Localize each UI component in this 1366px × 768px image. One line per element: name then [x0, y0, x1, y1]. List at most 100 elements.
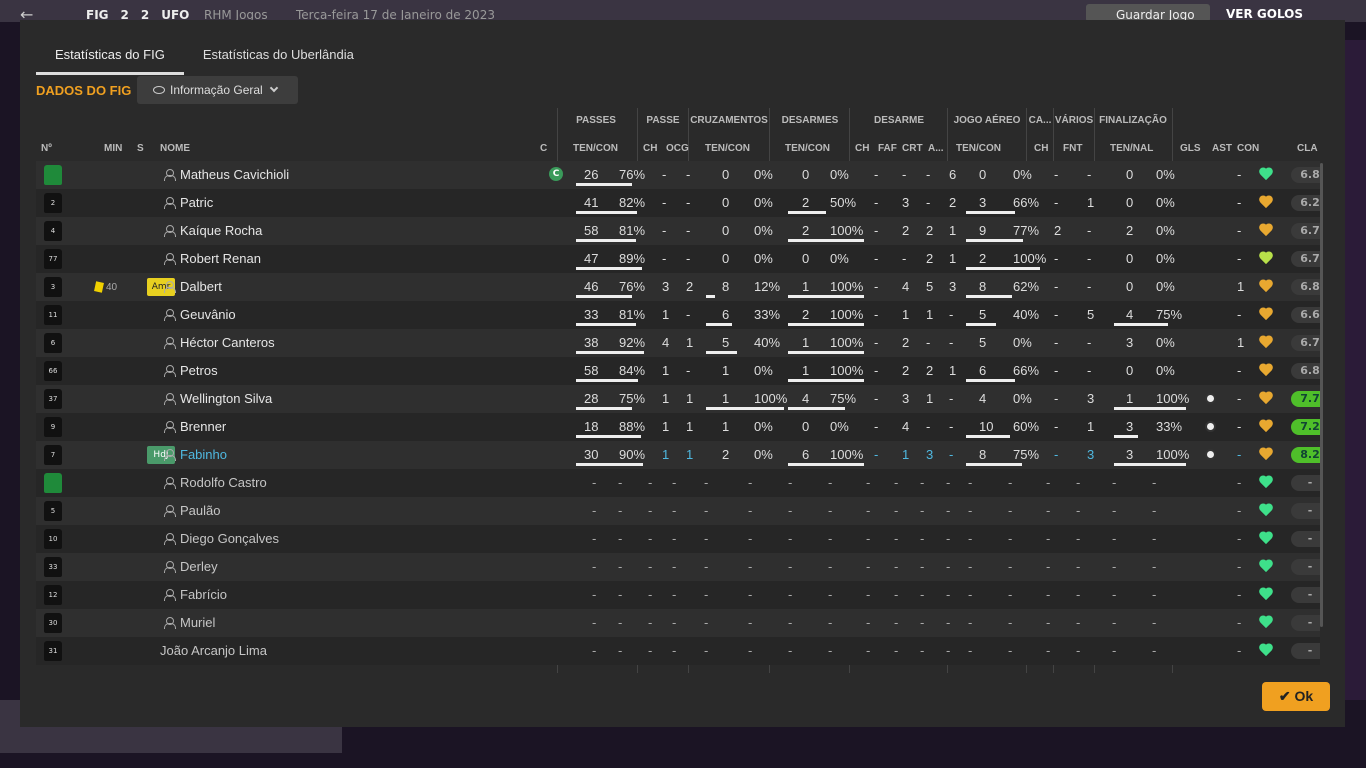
table-row[interactable]: 4 Kaíque Rocha 58 81% - -0 0% 2 100% -2 2 1 9 77% 2-2 0… — [36, 217, 1320, 245]
player-name[interactable]: Dalbert — [180, 279, 222, 294]
column-header[interactable]: FAF — [878, 143, 897, 154]
column-header[interactable]: CLA — [1297, 143, 1318, 154]
table-row[interactable]: 10 Diego Gonçalves - - - - - - - - - - - - - - - - - - - - — [36, 525, 1320, 553]
empty-cell: - — [1076, 503, 1081, 518]
empty-cell: - — [648, 531, 653, 546]
column-header[interactable]: TEN/CON — [785, 143, 830, 154]
player-name[interactable]: Fabrício — [180, 587, 227, 602]
stat-cell: 3 — [1087, 447, 1095, 462]
success-rate-bar — [576, 183, 633, 186]
table-row[interactable]: 3 40 Amr Dalbert 46 76% 3 2 8 12% 1 100% -4 5 3 8 62% - -0… — [36, 273, 1320, 301]
player-name[interactable]: Petros — [180, 363, 218, 378]
empty-cell: - — [672, 559, 677, 574]
stat-cell: 5 — [979, 335, 987, 350]
stat-cell: 3 — [1126, 335, 1134, 350]
table-row[interactable]: Matheus Cavichioli C 26 76% - - 0 0% 0 0% - - - 6 0 0% -… — [36, 161, 1320, 189]
column-header[interactable]: OCG — [666, 143, 689, 154]
table-row[interactable]: 33 Derley - - - - - - - - - - - - - - - - - - - - — [36, 553, 1320, 581]
column-header[interactable]: MIN — [104, 143, 122, 154]
column-header[interactable]: AST — [1212, 143, 1232, 154]
player-name[interactable]: Robert Renan — [180, 251, 261, 266]
shirt-number-icon: 37 — [44, 389, 62, 409]
shirt-number-icon: 12 — [44, 585, 62, 605]
stat-cell: 1 — [1237, 279, 1245, 294]
empty-cell: - — [788, 475, 793, 490]
person-icon — [164, 253, 176, 265]
column-header[interactable]: TEN/CON — [956, 143, 1001, 154]
player-name[interactable]: Muriel — [180, 615, 215, 630]
stat-cell: 5 — [979, 307, 987, 322]
table-row[interactable]: 66 Petros 58 84% 1-1 0% 1 100% -2 2 1 6 66% - -0 0% -6.8 — [36, 357, 1320, 385]
stat-cell: 0 — [802, 251, 810, 266]
empty-cell: - — [1112, 475, 1117, 490]
empty-cell: - — [618, 559, 623, 574]
player-name[interactable]: Paulão — [180, 503, 220, 518]
column-header[interactable]: Nº — [41, 143, 52, 154]
column-header[interactable]: NOME — [160, 143, 190, 154]
view-select-dropdown[interactable]: Informação Geral — [137, 76, 298, 104]
player-rating: 6.2 — [1291, 195, 1320, 211]
column-header[interactable]: TEN/NAL — [1110, 143, 1153, 154]
column-header[interactable]: S — [137, 143, 144, 154]
table-row[interactable]: 11 Geuvânio 33 81% 1-6 33% 2 100% -1 1-5 40% -5 4 75%… — [36, 301, 1320, 329]
stat-cell: 3 — [1087, 391, 1095, 406]
table-row[interactable]: 2 Patric 41 82% - -0 0% 2 50% -3-2 3 66% -1 0 0% -6.2 — [36, 189, 1320, 217]
player-name[interactable]: Geuvânio — [180, 307, 236, 322]
player-name[interactable]: Diego Gonçalves — [180, 531, 279, 546]
chevron-down-icon — [269, 83, 278, 93]
column-header[interactable]: GLS — [1180, 143, 1201, 154]
table-row[interactable]: Rodolfo Castro - - - - - - - - - - - - - - - - - - - - — [36, 469, 1320, 497]
player-name[interactable]: Brenner — [180, 419, 226, 434]
stat-cell: 0% — [1156, 335, 1175, 350]
table-row[interactable]: 7 HdJ Fabinho 30 90% 1 1 2 0% 6 100% -1 3-8 75% -3 3 100… — [36, 441, 1320, 469]
table-row[interactable]: 77 Robert Renan 47 89% - -0 0% 0 0% - -2 1 2 100% - -0 0… — [36, 245, 1320, 273]
column-header[interactable]: C — [540, 143, 547, 154]
ok-button[interactable]: ✔ Ok — [1262, 682, 1330, 711]
empty-cell: - — [968, 559, 973, 574]
column-header[interactable]: CON — [1237, 143, 1259, 154]
condition-heart-icon — [1259, 336, 1273, 350]
player-name[interactable]: Rodolfo Castro — [180, 475, 267, 490]
success-rate-bar — [576, 435, 642, 438]
column-header[interactable]: CRT — [902, 143, 923, 154]
column-header[interactable]: TEN/CON — [705, 143, 750, 154]
player-name[interactable]: Héctor Canteros — [180, 335, 275, 350]
player-name[interactable]: João Arcanjo Lima — [160, 643, 267, 658]
condition-heart-icon — [1259, 168, 1273, 182]
player-name[interactable]: Wellington Silva — [180, 391, 272, 406]
player-name[interactable]: Matheus Cavichioli — [180, 167, 289, 182]
stat-cell: - — [686, 363, 691, 378]
table-row[interactable]: 37 Wellington Silva 28 75% 1 1 1 100% 4 75% -3 1-4 0… — [36, 385, 1320, 413]
column-header[interactable]: CH — [643, 143, 657, 154]
table-row[interactable]: 30 Muriel - - - - - - - - - - - - - - - - - - - - — [36, 609, 1320, 637]
table-row[interactable]: 12 Fabrício - - - - - - - - - - - - - - - - - - - - — [36, 581, 1320, 609]
tab-uberlandia-stats[interactable]: Estatísticas do Uberlândia — [184, 45, 373, 75]
empty-cell: - — [920, 615, 925, 630]
column-header[interactable]: TEN/CON — [573, 143, 618, 154]
player-name[interactable]: Patric — [180, 195, 213, 210]
tab-fig-stats[interactable]: Estatísticas do FIG — [36, 45, 184, 75]
empty-cell: - — [828, 475, 833, 490]
column-header[interactable]: CH — [1034, 143, 1048, 154]
column-header[interactable]: FNT — [1063, 143, 1082, 154]
table-scrollbar[interactable] — [1320, 163, 1323, 627]
view-goals-button[interactable]: VER GOLOS — [1226, 7, 1303, 21]
player-name[interactable]: Kaíque Rocha — [180, 223, 262, 238]
stat-cell: 0 — [979, 167, 987, 182]
player-rating: 6.7 — [1291, 223, 1320, 239]
table-row[interactable]: 6 Héctor Canteros 38 92% 4 1 5 40% 1 100% -2- -5 0% -… — [36, 329, 1320, 357]
empty-cell: - — [1076, 587, 1081, 602]
stat-cell: 1 — [949, 251, 957, 266]
player-name[interactable]: Fabinho — [180, 447, 227, 462]
column-header[interactable]: A... — [928, 143, 944, 154]
player-name[interactable]: Derley — [180, 559, 218, 574]
stat-cell: 6 — [722, 307, 730, 322]
column-header[interactable]: CH — [855, 143, 869, 154]
table-row[interactable]: 9 Brenner 18 88% 1 1 1 0% 0 0% -4- -10 60% -1 3 33% -7.2 — [36, 413, 1320, 441]
table-row[interactable]: 31 João Arcanjo Lima - - - - - - - - - - - - - - - - - - - - — [36, 637, 1320, 665]
table-row[interactable]: 5 Paulão - - - - - - - - - - - - - - - - - - - - — [36, 497, 1320, 525]
empty-cell: - — [1237, 587, 1242, 602]
empty-cell: - — [1046, 475, 1051, 490]
empty-cell: - — [704, 643, 709, 658]
shirt-number-icon: 31 — [44, 641, 62, 661]
